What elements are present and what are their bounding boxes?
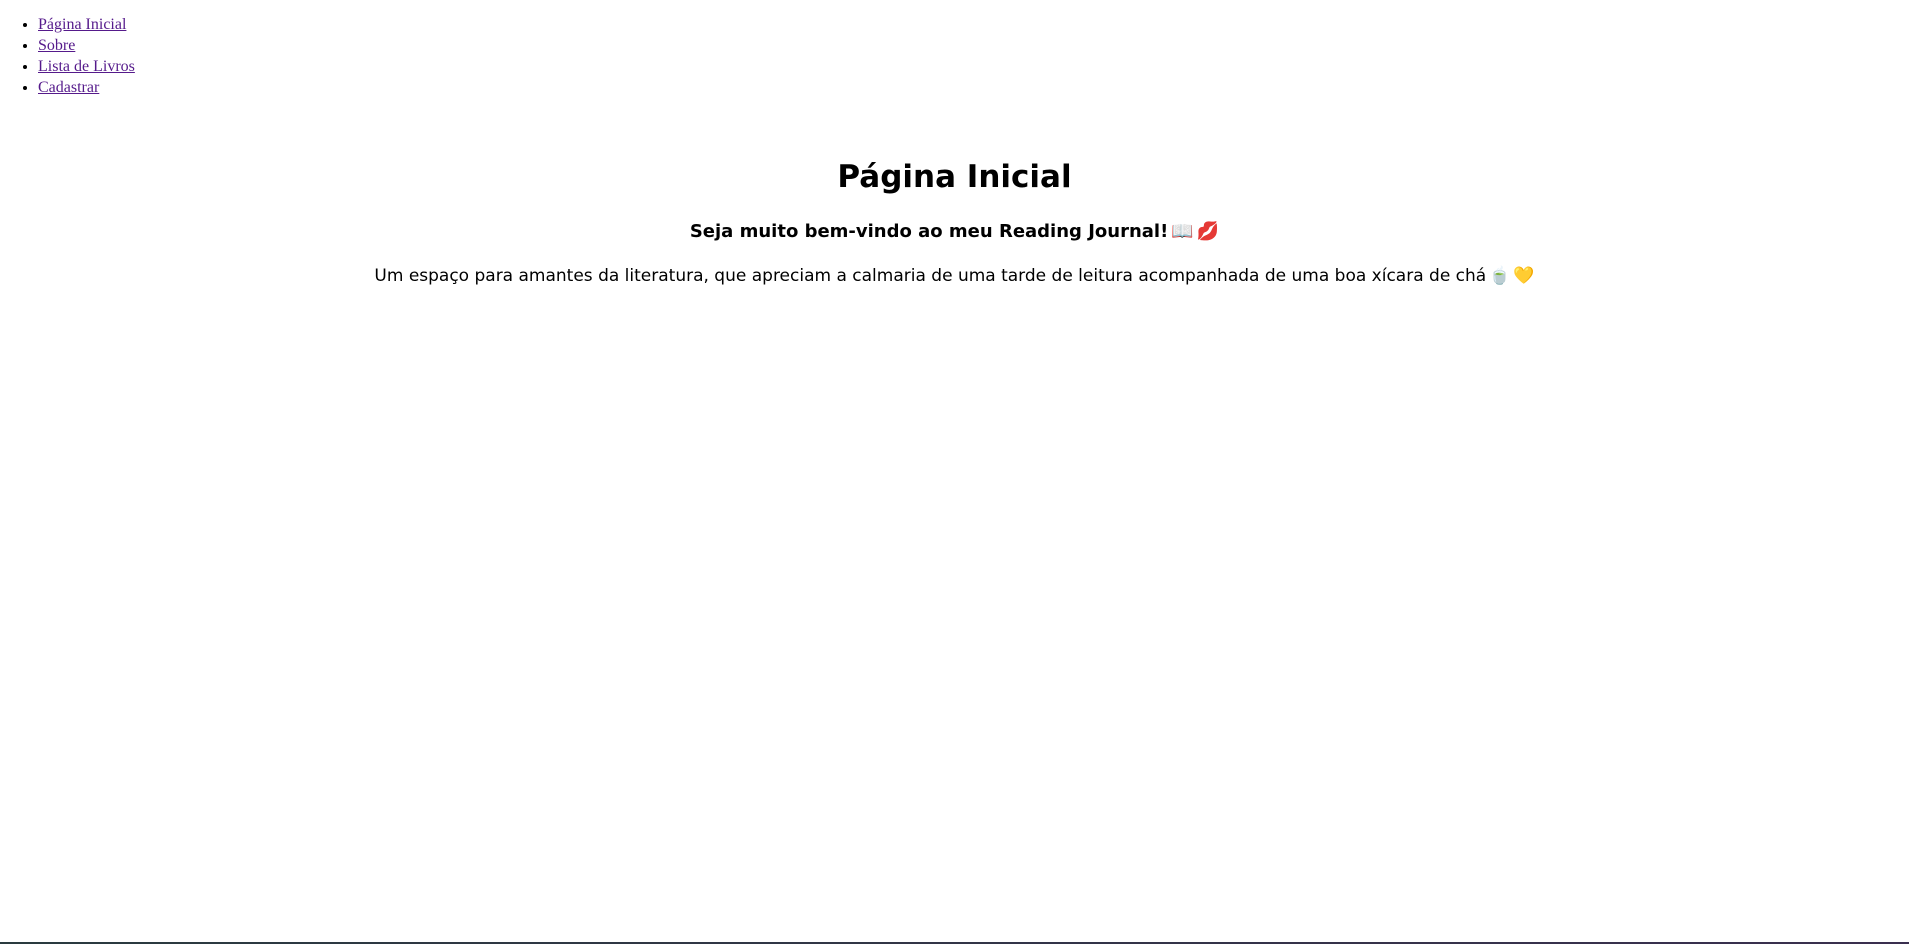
nav-link-home[interactable]: Página Inicial [38,16,126,33]
yellow-heart-icon: 💛 [1513,266,1535,286]
welcome-text: Seja muito bem-vindo ao meu Reading Jour… [689,221,1169,242]
nav-link-register[interactable]: Cadastrar [38,79,99,96]
nav-link-book-list[interactable]: Lista de Livros [38,58,135,75]
tea-cup-icon: 🍵 [1489,266,1511,286]
nav-item-home: Página Inicial [38,14,135,35]
kiss-lips-icon: 💋 [1196,221,1220,242]
nav-list: Página Inicial Sobre Lista de Livros Cad… [0,14,135,98]
description-paragraph: Um espaço para amantes da literatura, qu… [0,264,1909,288]
description-text: Um espaço para amantes da literatura, qu… [374,266,1487,286]
page-title: Página Inicial [837,159,1072,195]
nav-item-register: Cadastrar [38,77,135,98]
nav-item-book-list: Lista de Livros [38,56,135,77]
nav-item-about: Sobre [38,35,135,56]
welcome-heading: Seja muito bem-vindo ao meu Reading Jour… [0,220,1909,244]
nav-link-about[interactable]: Sobre [38,37,75,54]
open-book-icon: 📖 [1171,221,1194,242]
